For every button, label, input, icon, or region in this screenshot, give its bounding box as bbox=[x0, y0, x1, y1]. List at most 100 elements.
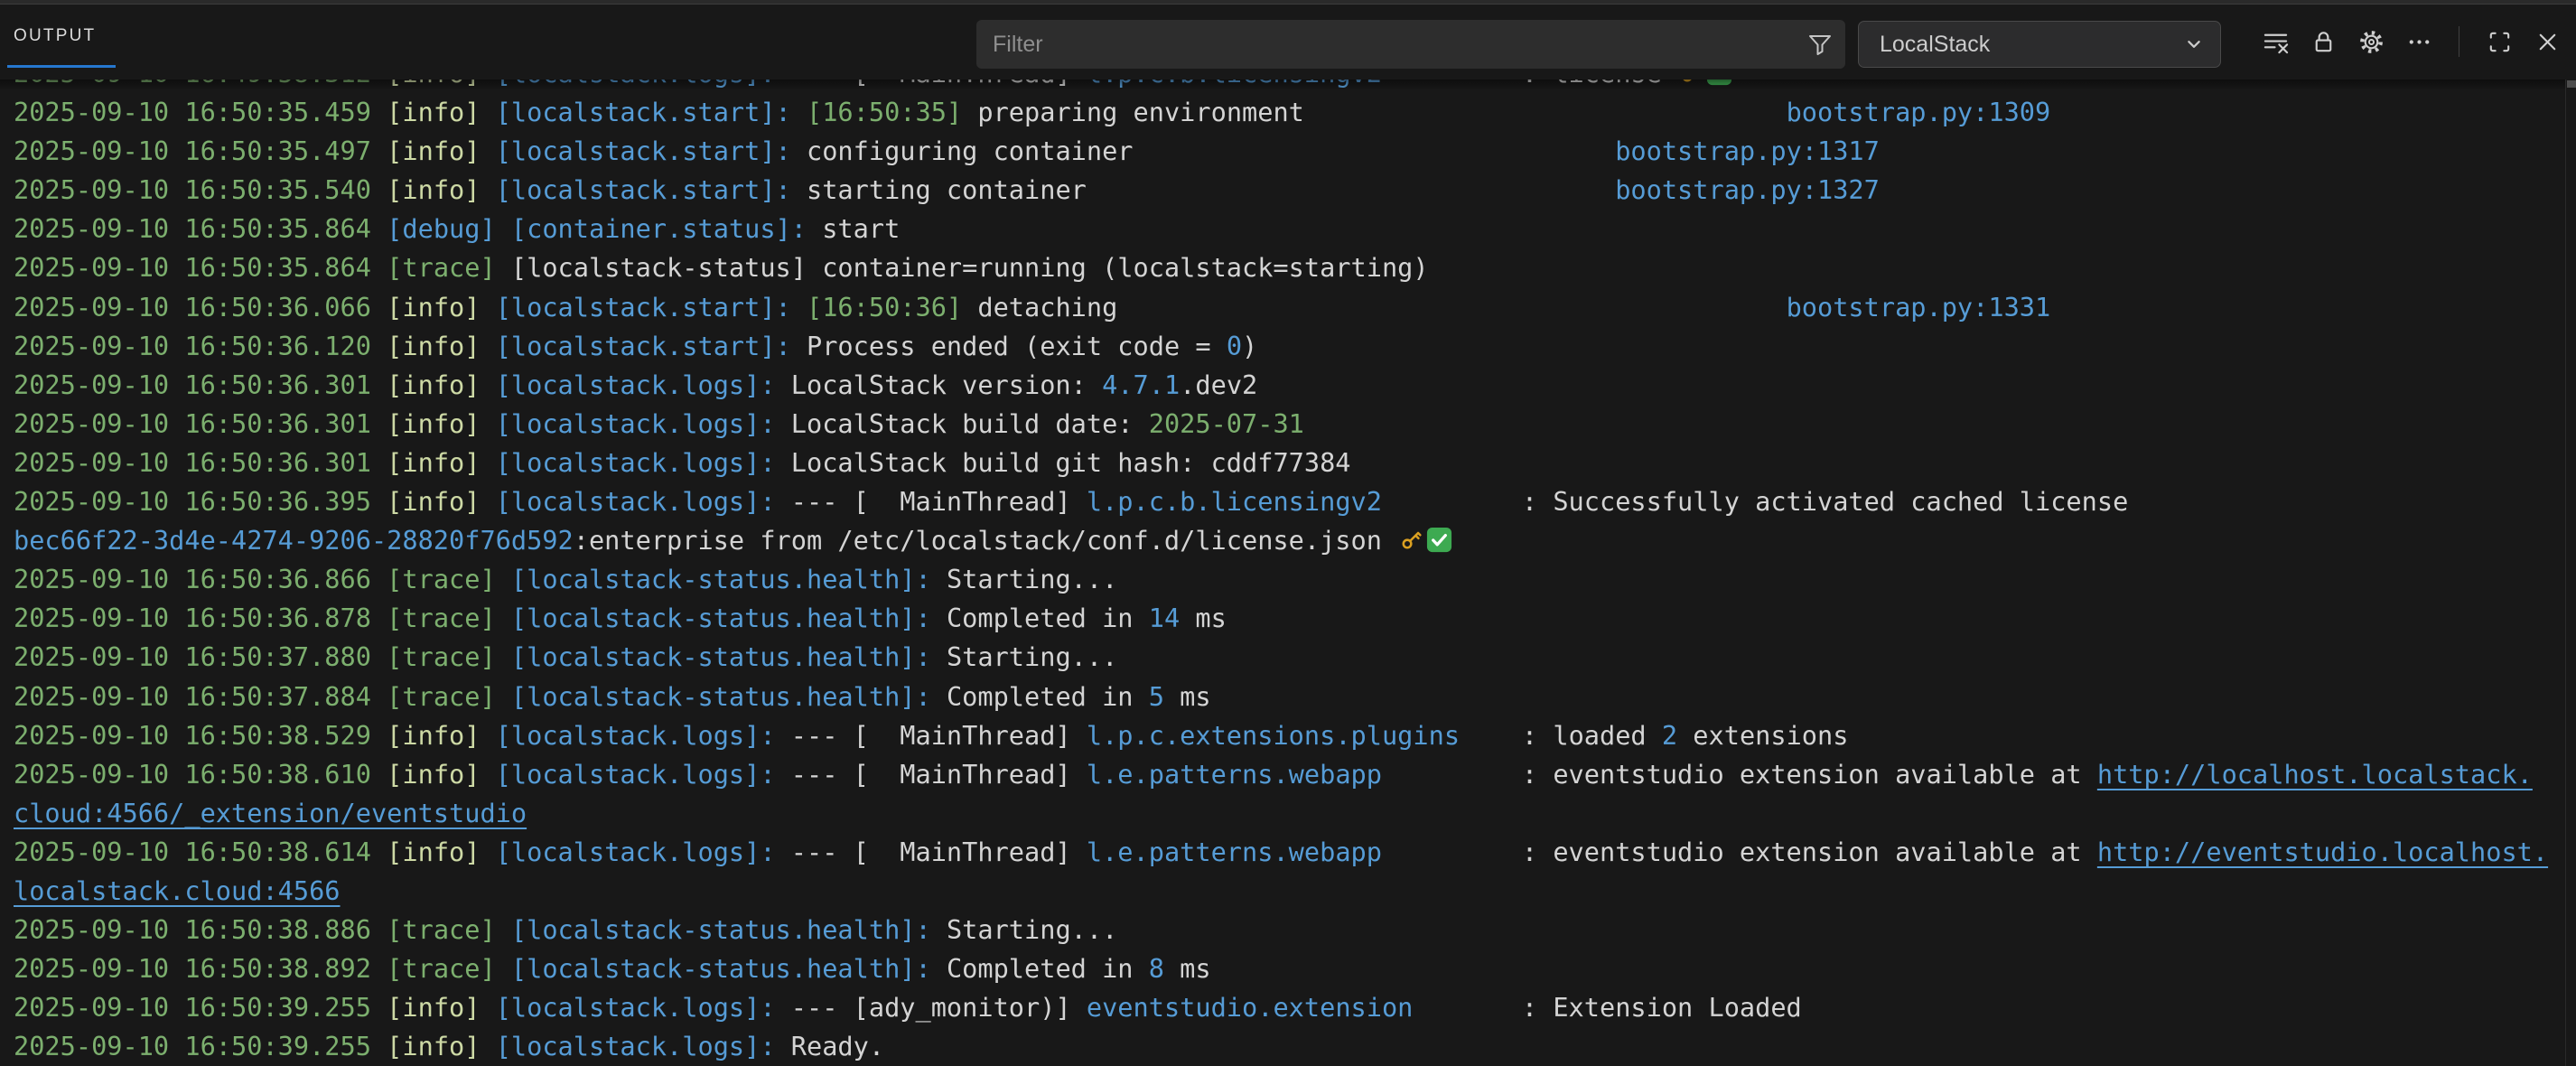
log-text: [info] bbox=[387, 447, 496, 478]
check-icon bbox=[1425, 521, 1453, 560]
log-text: Completed in bbox=[947, 603, 1149, 633]
log-text: 2025-09-10 16:50:36.878 bbox=[14, 603, 387, 633]
lock-icon bbox=[2310, 28, 2338, 56]
log-text: l.e.patterns.webapp bbox=[1087, 837, 1382, 867]
lock-button[interactable] bbox=[2307, 25, 2339, 58]
log-text: [container.status]: bbox=[511, 213, 822, 244]
log-text: 2025-09-10 16:50:36.120 bbox=[14, 331, 387, 361]
log-text: --- [ady_monitor)] bbox=[791, 992, 1087, 1023]
log-text: 4.7.1 bbox=[1102, 369, 1180, 400]
log-text: [info] bbox=[387, 408, 496, 439]
log-line-wrap: localstack.cloud:4566 bbox=[14, 872, 2565, 911]
log-text: 2025-09-10 16:50:38.886 bbox=[14, 914, 387, 945]
close-panel-button[interactable] bbox=[2531, 25, 2563, 58]
alignment-padding bbox=[1382, 79, 1522, 89]
log-text: [localstack.start]: bbox=[496, 174, 807, 205]
filter-input[interactable] bbox=[976, 20, 1845, 69]
log-text: l.p.c.b.licensingv2 bbox=[1087, 486, 1382, 517]
close-panel-icon bbox=[2534, 28, 2562, 56]
clear-output-icon bbox=[2262, 28, 2290, 56]
log-text: 2025-07-31 bbox=[1149, 408, 1304, 439]
alignment-padding bbox=[1382, 486, 1522, 517]
log-line: 2025-09-10 16:50:38.614 [info] [localsta… bbox=[14, 833, 2565, 872]
log-link[interactable]: localstack.cloud:4566 bbox=[14, 875, 341, 906]
channel-select[interactable]: LocalStack bbox=[1858, 21, 2221, 68]
log-link[interactable]: http://eventstudio.localhost. bbox=[2097, 837, 2548, 867]
gear-button[interactable] bbox=[2355, 25, 2387, 58]
log-line: 2025-09-10 16:50:36.301 [info] [localsta… bbox=[14, 366, 2565, 405]
log-text: --- [ MainThread] bbox=[791, 720, 1087, 751]
log-line: 2025-09-10 16:50:36.066 [info] [localsta… bbox=[14, 288, 2565, 327]
tab-active-underline bbox=[7, 65, 116, 68]
alignment-padding bbox=[1413, 992, 1522, 1023]
vertical-scrollbar[interactable] bbox=[2565, 79, 2576, 1066]
log-text: : license bbox=[1522, 79, 1677, 89]
log-text: [16:50:35] bbox=[807, 97, 977, 127]
log-text: [info] bbox=[387, 97, 496, 127]
log-text: 2025-09-10 16:50:38.892 bbox=[14, 953, 387, 984]
log-text: [localstack.logs]: bbox=[496, 992, 791, 1023]
log-text: l.p.c.b.licensingv2 bbox=[1087, 79, 1382, 89]
log-line: 2025-09-10 16:50:35.864 [trace] [localst… bbox=[14, 248, 2565, 287]
more-actions-button[interactable] bbox=[2403, 25, 2435, 58]
log-text: [trace] bbox=[387, 603, 511, 633]
log-text: [info] bbox=[387, 174, 496, 205]
alignment-padding bbox=[1304, 97, 1787, 127]
log-text: 2025-09-10 16:50:36.301 bbox=[14, 369, 387, 400]
log-text: [trace] bbox=[387, 914, 511, 945]
log-link[interactable]: cloud:4566/_extension/eventstudio bbox=[14, 798, 527, 828]
check-icon bbox=[1705, 79, 1733, 93]
alignment-padding bbox=[1117, 292, 1786, 323]
log-lines: 2025-09-10 16:49:58.312 [info] [localsta… bbox=[0, 79, 2565, 1066]
log-text: [info] bbox=[387, 837, 496, 867]
log-line: 2025-09-10 16:50:36.878 [trace] [localst… bbox=[14, 599, 2565, 638]
log-text: [info] bbox=[387, 79, 496, 89]
log-text: [localstack.logs]: bbox=[496, 408, 791, 439]
maximize-panel-button[interactable] bbox=[2483, 25, 2515, 58]
log-line: 2025-09-10 16:50:39.255 [info] [localsta… bbox=[14, 988, 2565, 1027]
log-text: [info] bbox=[387, 331, 496, 361]
log-text: [localstack.logs]: bbox=[496, 369, 791, 400]
log-line: 2025-09-10 16:50:36.301 [info] [localsta… bbox=[14, 444, 2565, 482]
log-text: [localstack.logs]: bbox=[496, 837, 791, 867]
log-text: [info] bbox=[387, 486, 496, 517]
log-line: 2025-09-10 16:50:35.864 [debug] [contain… bbox=[14, 210, 2565, 248]
log-text: 2025-09-10 16:50:38.614 bbox=[14, 837, 387, 867]
log-text: 2 bbox=[1662, 720, 1677, 751]
more-actions-icon bbox=[2405, 28, 2433, 56]
alignment-padding bbox=[1134, 136, 1616, 166]
clear-output-button[interactable] bbox=[2259, 25, 2291, 58]
log-text: [localstack-status.health]: bbox=[511, 641, 947, 672]
log-text: 2025-09-10 16:50:39.255 bbox=[14, 992, 387, 1023]
log-line: 2025-09-10 16:50:39.255 [info] [localsta… bbox=[14, 1027, 2565, 1066]
tab-output[interactable]: OUTPUT bbox=[14, 5, 96, 68]
log-text: 8 bbox=[1149, 953, 1164, 984]
log-text: [localstack.logs]: bbox=[496, 79, 791, 89]
log-line: 2025-09-10 16:50:38.529 [info] [localsta… bbox=[14, 716, 2565, 755]
output-log: 2025-09-10 16:49:58.312 [info] [localsta… bbox=[0, 79, 2565, 1066]
log-link[interactable]: http://localhost.localstack. bbox=[2097, 759, 2533, 790]
log-text: preparing environment bbox=[977, 97, 1304, 127]
key-icon bbox=[1677, 79, 1705, 93]
log-text: 14 bbox=[1149, 603, 1180, 633]
scrollbar-border bbox=[2565, 79, 2566, 1066]
scrollbar-thumb[interactable] bbox=[2567, 80, 2576, 88]
log-text: 2025-09-10 16:50:35.540 bbox=[14, 174, 387, 205]
log-line: 2025-09-10 16:50:36.866 [trace] [localst… bbox=[14, 560, 2565, 599]
log-text: [info] bbox=[387, 292, 496, 323]
log-text: [info] bbox=[387, 992, 496, 1023]
log-text: starting container bbox=[807, 174, 1087, 205]
filter-icon[interactable] bbox=[1806, 30, 1834, 59]
log-text: [localstack.start]: bbox=[496, 136, 807, 166]
log-text: ms bbox=[1164, 953, 1211, 984]
log-text: [localstack.logs]: bbox=[496, 1031, 791, 1061]
log-text: 5 bbox=[1149, 681, 1164, 712]
panel-actions bbox=[2259, 25, 2563, 58]
maximize-panel-icon bbox=[2486, 28, 2514, 56]
log-text: [localstack-status.health]: bbox=[511, 681, 947, 712]
log-text: configuring container bbox=[807, 136, 1134, 166]
log-text: detaching bbox=[977, 292, 1117, 323]
key-icon bbox=[1397, 521, 1425, 560]
channel-select-value: LocalStack bbox=[1880, 32, 1990, 58]
alignment-padding bbox=[1087, 174, 1615, 205]
